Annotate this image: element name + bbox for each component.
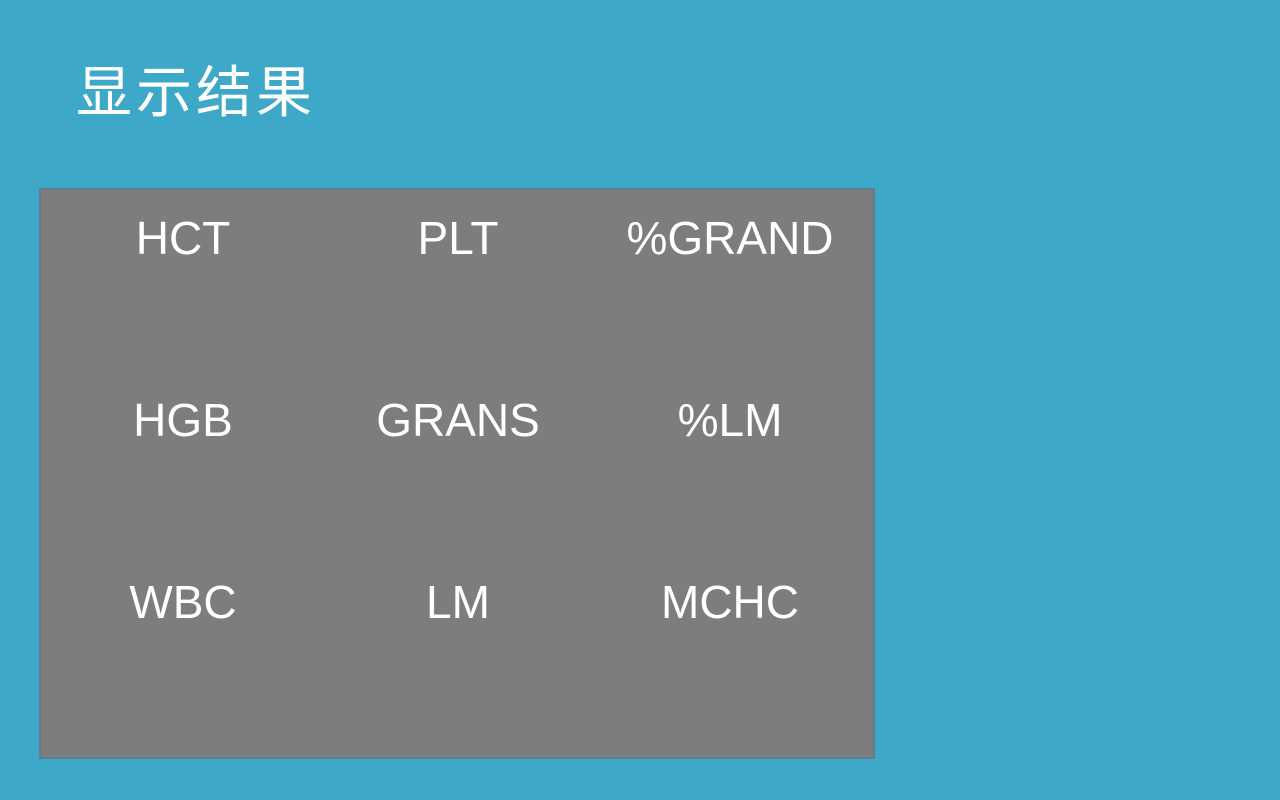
result-percent-grand: %GRAND [626,212,834,264]
app-screen: 显示结果 HCT PLT %GRAND HGB GRANS %LM WBC LM… [0,0,1280,800]
result-lm: LM [426,576,490,628]
result-mchc: MCHC [661,576,799,628]
result-wbc: WBC [129,576,237,628]
page-title: 显示结果 [76,61,316,126]
result-percent-lm: %LM [677,394,783,446]
result-grans: GRANS [376,394,540,446]
results-panel: HCT PLT %GRAND HGB GRANS %LM WBC LM MCHC [39,188,875,759]
result-hgb: HGB [133,394,233,446]
result-hct: HCT [135,212,231,264]
result-plt: PLT [417,212,499,264]
